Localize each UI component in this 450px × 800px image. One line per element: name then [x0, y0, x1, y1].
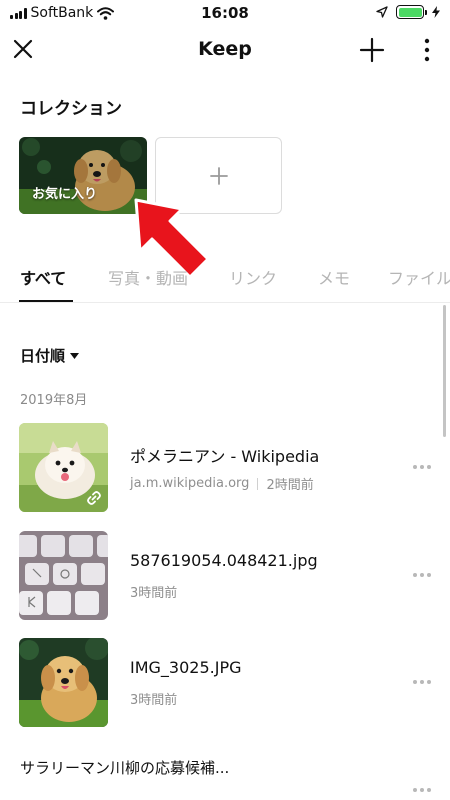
keyboard-thumbnail	[19, 531, 108, 620]
golden-retriever-thumbnail	[19, 638, 108, 727]
location-arrow-icon	[376, 6, 388, 18]
collection-label: お気に入り	[32, 187, 98, 202]
item-time: 3時間前	[130, 586, 178, 601]
item-title[interactable]: IMG_3025.JPG	[130, 658, 242, 677]
item-meta: 3時間前	[130, 582, 177, 601]
charging-bolt-icon	[432, 6, 440, 18]
tab-photos-videos[interactable]: 写真・動画	[108, 265, 188, 289]
tab-indicator	[19, 300, 73, 302]
battery-icon	[396, 5, 427, 19]
memo-title[interactable]: サラリーマン川柳の応募候補...	[20, 757, 229, 778]
link-icon	[87, 491, 101, 505]
tab-all[interactable]: すべて	[20, 265, 66, 289]
item-thumbnail-pomeranian[interactable]	[19, 423, 108, 512]
tab-memos[interactable]: メモ	[318, 265, 350, 289]
item-more-icon[interactable]	[412, 572, 432, 578]
status-right	[376, 5, 440, 19]
item-more-icon[interactable]	[412, 464, 432, 470]
item-title[interactable]: 587619054.048421.jpg	[130, 551, 318, 570]
item-meta: ja.m.wikipedia.org 2時間前	[130, 474, 314, 493]
scrollbar[interactable]	[443, 305, 446, 437]
more-options-icon[interactable]	[416, 36, 438, 64]
item-more-icon[interactable]	[412, 787, 432, 793]
item-time: 2時間前	[266, 478, 314, 493]
item-time: 3時間前	[130, 693, 178, 708]
sort-dropdown[interactable]: 日付順	[20, 345, 80, 366]
item-meta: 3時間前	[130, 689, 177, 708]
tab-files[interactable]: ファイル	[388, 265, 450, 289]
collections-title: コレクション	[20, 99, 122, 119]
battery-level	[398, 7, 422, 17]
category-tabs: すべて 写真・動画 リンク メモ ファイル	[0, 255, 450, 303]
item-thumbnail-keyboard[interactable]	[19, 531, 108, 620]
item-title[interactable]: ポメラニアン - Wikipedia	[130, 443, 319, 467]
meta-divider	[257, 477, 259, 490]
sort-label: 日付順	[20, 347, 66, 365]
item-thumbnail-puppy[interactable]	[19, 638, 108, 727]
add-icon[interactable]	[358, 36, 386, 64]
plus-icon	[210, 167, 228, 185]
caret-down-icon	[70, 352, 80, 359]
status-bar: SoftBank 16:08	[0, 0, 450, 26]
tab-links[interactable]: リンク	[229, 265, 277, 289]
item-more-icon[interactable]	[412, 679, 432, 685]
item-source: ja.m.wikipedia.org	[130, 476, 250, 491]
nav-bar: Keep	[0, 26, 450, 76]
date-group-header: 2019年8月	[20, 393, 88, 408]
